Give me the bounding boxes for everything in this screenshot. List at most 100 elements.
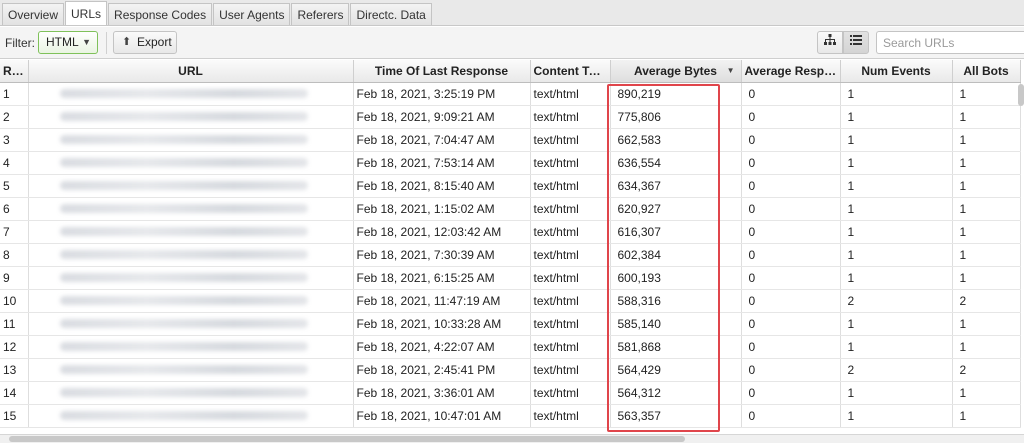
cell-content-type: text/html — [530, 404, 611, 428]
column-header-num-events[interactable]: Num Events — [840, 60, 953, 83]
table-row[interactable]: 11 Feb 18, 2021, 10:33:28 AM text/html 585,… — [0, 312, 1021, 336]
tab-user-agents[interactable]: User Agents — [213, 3, 291, 25]
table-row[interactable]: 15 Feb 18, 2021, 10:47:01 AM text/html 563,… — [0, 404, 1021, 428]
table-row[interactable]: 7 Feb 18, 2021, 12:03:42 AM text/html 616,3… — [0, 220, 1021, 244]
cell-num-events: 1 — [840, 128, 953, 152]
cell-time-of-last-response: Feb 18, 2021, 2:45:41 PM — [353, 358, 531, 382]
tab-bar: Overview URLs Response Codes User Agents Ref… — [0, 0, 1024, 26]
table-row[interactable]: 3 Feb 18, 2021, 7:04:47 AM text/html 662,58… — [0, 128, 1021, 152]
cell-url — [28, 220, 354, 244]
cell-average-response: 0 — [741, 220, 841, 244]
redacted-url — [59, 227, 308, 236]
redacted-url — [59, 250, 308, 259]
horizontal-scrollbar[interactable] — [0, 434, 1024, 443]
cell-time-of-last-response: Feb 18, 2021, 1:15:02 AM — [353, 197, 531, 221]
cell-average-response: 0 — [741, 381, 841, 405]
cell-average-response: 0 — [741, 243, 841, 267]
tab-directc-data[interactable]: Directc. Data — [350, 3, 432, 25]
cell-content-type: text/html — [530, 128, 611, 152]
cell-url — [28, 404, 354, 428]
toolbar: Filter: HTML ▼ ⬆ Export — [0, 27, 1024, 59]
cell-all-bots: 1 — [952, 404, 1021, 428]
cell-time-of-last-response: Feb 18, 2021, 6:15:25 AM — [353, 266, 531, 290]
cell-all-bots: 1 — [952, 312, 1021, 336]
table-row[interactable]: 4 Feb 18, 2021, 7:53:14 AM text/html 636,55… — [0, 151, 1021, 175]
column-header-all-bots[interactable]: All Bots — [952, 60, 1021, 83]
cell-num-events: 1 — [840, 105, 953, 129]
list-view-button[interactable] — [843, 31, 869, 54]
cell-time-of-last-response: Feb 18, 2021, 3:36:01 AM — [353, 381, 531, 405]
search-input[interactable] — [876, 31, 1024, 54]
tab-urls[interactable]: URLs — [65, 1, 108, 25]
table-row[interactable]: 8 Feb 18, 2021, 7:30:39 AM text/html 602,38… — [0, 243, 1021, 267]
redacted-url — [59, 89, 308, 98]
cell-num-events: 1 — [840, 197, 953, 221]
column-header-row[interactable]: Row — [0, 60, 29, 83]
cell-url — [28, 381, 354, 405]
cell-content-type: text/html — [530, 220, 611, 244]
tab-overview[interactable]: Overview — [2, 3, 65, 25]
cell-num-events: 1 — [840, 82, 953, 106]
cell-url — [28, 289, 354, 313]
tree-view-icon — [824, 34, 836, 48]
table-row[interactable]: 2 Feb 18, 2021, 9:09:21 AM text/html 775,80… — [0, 105, 1021, 129]
cell-average-bytes: 600,193 — [610, 266, 742, 290]
toolbar-separator — [106, 32, 107, 54]
cell-all-bots: 1 — [952, 266, 1021, 290]
tab-response-codes[interactable]: Response Codes — [108, 3, 213, 25]
export-label: Export — [137, 35, 172, 49]
column-header-url[interactable]: URL — [28, 60, 354, 83]
table-row[interactable]: 10 Feb 18, 2021, 11:47:19 AM text/html 588,… — [0, 289, 1021, 313]
sort-desc-icon: ▼ — [726, 66, 735, 75]
cell-average-bytes: 890,219 — [610, 82, 742, 106]
cell-all-bots: 1 — [952, 128, 1021, 152]
cell-row: 11 — [0, 312, 29, 336]
redacted-url — [59, 135, 308, 144]
table-row[interactable]: 5 Feb 18, 2021, 8:15:40 AM text/html 634,36… — [0, 174, 1021, 198]
cell-all-bots: 1 — [952, 197, 1021, 221]
cell-row: 13 — [0, 358, 29, 382]
cell-time-of-last-response: Feb 18, 2021, 4:22:07 AM — [353, 335, 531, 359]
cell-url — [28, 197, 354, 221]
vertical-scrollbar[interactable] — [1018, 84, 1024, 106]
redacted-url — [59, 411, 308, 420]
tree-view-button[interactable] — [817, 31, 843, 54]
cell-content-type: text/html — [530, 82, 611, 106]
chevron-down-icon: ▼ — [82, 37, 91, 47]
cell-row: 12 — [0, 335, 29, 359]
cell-average-bytes: 564,429 — [610, 358, 742, 382]
table-row[interactable]: 1 Feb 18, 2021, 3:25:19 PM text/html 890,21… — [0, 82, 1021, 106]
table-row[interactable]: 12 Feb 18, 2021, 4:22:07 AM text/html 581,8… — [0, 335, 1021, 359]
filter-select[interactable]: HTML ▼ — [38, 31, 98, 54]
cell-content-type: text/html — [530, 381, 611, 405]
cell-num-events: 1 — [840, 174, 953, 198]
column-header-average-response[interactable]: Average Respo... — [741, 60, 841, 83]
cell-average-bytes: 563,357 — [610, 404, 742, 428]
export-button[interactable]: ⬆ Export — [113, 31, 177, 54]
table-row[interactable]: 6 Feb 18, 2021, 1:15:02 AM text/html 620,92… — [0, 197, 1021, 221]
table-row[interactable]: 9 Feb 18, 2021, 6:15:25 AM text/html 600,19… — [0, 266, 1021, 290]
cell-average-response: 0 — [741, 312, 841, 336]
cell-average-response: 0 — [741, 128, 841, 152]
cell-all-bots: 1 — [952, 220, 1021, 244]
cell-row: 6 — [0, 197, 29, 221]
redacted-url — [59, 273, 308, 282]
cell-url — [28, 266, 354, 290]
redacted-url — [59, 204, 308, 213]
column-header-average-bytes[interactable]: Average Bytes ▼ — [610, 60, 742, 83]
cell-content-type: text/html — [530, 174, 611, 198]
column-header-content-type[interactable]: Content Type — [530, 60, 611, 83]
tab-referers[interactable]: Referers — [291, 3, 350, 25]
cell-row: 1 — [0, 82, 29, 106]
cell-average-response: 0 — [741, 404, 841, 428]
cell-url — [28, 82, 354, 106]
table-row[interactable]: 14 Feb 18, 2021, 3:36:01 AM text/html 564,3… — [0, 381, 1021, 405]
redacted-url — [59, 296, 308, 305]
horizontal-scrollbar-thumb[interactable] — [9, 436, 685, 442]
cell-time-of-last-response: Feb 18, 2021, 7:04:47 AM — [353, 128, 531, 152]
table-row[interactable]: 13 Feb 18, 2021, 2:45:41 PM text/html 564,4… — [0, 358, 1021, 382]
cell-content-type: text/html — [530, 335, 611, 359]
cell-content-type: text/html — [530, 266, 611, 290]
cell-time-of-last-response: Feb 18, 2021, 10:33:28 AM — [353, 312, 531, 336]
column-header-time-of-last-response[interactable]: Time Of Last Response — [353, 60, 531, 83]
